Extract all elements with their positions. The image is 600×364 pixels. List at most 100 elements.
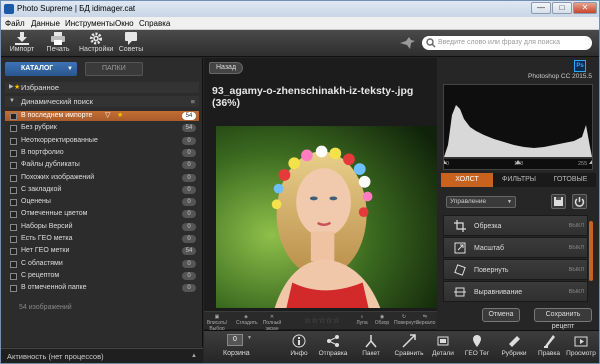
checkbox[interactable] (10, 137, 17, 145)
tool-scale[interactable]: Масштаб ВЫКЛ (443, 237, 588, 258)
list-item[interactable]: С областями 0 (5, 259, 199, 269)
tool-rotate[interactable]: Повернуть ВЫКЛ (443, 259, 588, 280)
list-item-count: 0 (182, 235, 196, 243)
tool-align-toggle[interactable]: ВЫКЛ (569, 282, 584, 303)
categories-button[interactable]: Рубрики (497, 334, 531, 357)
compare-icon (402, 334, 416, 348)
print-button[interactable]: Печать (45, 32, 71, 53)
list-item[interactable]: В последнем импорте ▽ ★ 54 (5, 111, 199, 122)
import-button[interactable]: Импорт (9, 32, 35, 53)
filter-icon[interactable]: ▽ (105, 111, 110, 121)
list-item-label: Нет ГЕО метки (21, 247, 70, 255)
list-item[interactable]: С рецептом 0 (5, 271, 199, 281)
tool-align[interactable]: Выравнивание ВЫКЛ (443, 281, 588, 302)
list-item[interactable]: Оценены 0 (5, 197, 199, 207)
close-button[interactable]: ✕ (573, 2, 597, 14)
menu-tools[interactable]: Инструменты (65, 19, 115, 28)
gear-icon (89, 32, 103, 45)
star-icon[interactable]: ★ (117, 111, 123, 121)
list-item[interactable]: С закладкой 0 (5, 185, 199, 195)
tool-rotate-toggle[interactable]: ВЫКЛ (569, 260, 584, 281)
tools-scrollbar[interactable] (589, 221, 593, 281)
list-item-label: Без рубрик (21, 124, 57, 132)
list-item[interactable]: В отмеченной папке 0 (5, 283, 199, 293)
rotate-button[interactable]: ↻ Повернуть (394, 314, 419, 326)
tips-label: Советы (118, 46, 144, 53)
tool-scale-toggle[interactable]: ВЫКЛ (569, 238, 584, 259)
batch-button[interactable]: Пакет (354, 334, 388, 357)
menu-window[interactable]: Окно (115, 19, 134, 28)
tips-icon (125, 32, 137, 45)
checkbox[interactable] (10, 211, 17, 219)
tab-presets[interactable]: ГОТОВЫЕ (545, 173, 596, 187)
section-dynamic-search[interactable]: ▼ Динамический поиск ≡ (5, 96, 199, 107)
save-recipe-button[interactable]: Сохранить рецепт (534, 308, 592, 330)
list-item[interactable]: Отмеченные цветом 0 (5, 209, 199, 219)
photoshop-icon[interactable]: Ps (574, 60, 586, 72)
mirror-button[interactable]: ⇋ Зеркало (416, 314, 435, 326)
checkbox[interactable] (10, 223, 17, 231)
list-item[interactable]: Без рубрик 54 (5, 123, 199, 133)
checkbox[interactable] (10, 248, 17, 256)
info-button[interactable]: Инфо (282, 334, 316, 357)
loupe-button[interactable]: ⌕ Лупа (354, 314, 370, 326)
checkbox[interactable] (10, 186, 17, 194)
menu-data[interactable]: Данные (31, 19, 60, 28)
list-item[interactable]: Нет ГЕО метки 54 (5, 246, 199, 256)
back-button[interactable]: Назад (209, 62, 243, 74)
list-item[interactable]: Наборы Версий 0 (5, 222, 199, 232)
settings-button[interactable]: Настройки (79, 32, 113, 53)
list-item-label: Оценены (21, 198, 51, 206)
basket-button[interactable]: 0 ▼ Корзина (209, 333, 265, 361)
list-item[interactable]: Похожих изображений 0 (5, 173, 199, 183)
checkbox[interactable] (10, 174, 17, 182)
menu-file[interactable]: Файл (5, 19, 25, 28)
checkbox[interactable] (10, 285, 17, 293)
rating-stars[interactable]: ☆☆☆☆☆ (304, 316, 340, 325)
power-button[interactable] (572, 194, 587, 209)
list-item[interactable]: В портфолио 0 (5, 148, 199, 158)
save-icon-button[interactable] (551, 194, 566, 209)
compare-button[interactable]: Сравнить (392, 334, 426, 357)
list-item[interactable]: Неоткорректированные 0 (5, 136, 199, 146)
status-collapse-icon[interactable]: ▲ (191, 349, 197, 364)
power-icon (574, 197, 585, 207)
tab-folders[interactable]: ПАПКИ (85, 62, 143, 76)
tab-filters[interactable]: ФИЛЬТРЫ (493, 173, 545, 187)
list-item[interactable]: Файлы дубликаты 0 (5, 160, 199, 170)
search-input[interactable]: Введите слово или фразу для поиска (422, 36, 592, 50)
tips-button[interactable]: Советы (117, 32, 145, 53)
section-favorites[interactable]: ▶ ★ Избранное (5, 82, 199, 93)
section-favorites-label: Избранное (21, 83, 60, 92)
checkbox[interactable] (10, 113, 17, 120)
checkbox[interactable] (10, 260, 17, 268)
minimize-button[interactable]: — (531, 2, 551, 14)
photo-preview[interactable] (216, 124, 437, 310)
tool-crop-toggle[interactable]: ВЫКЛ (569, 216, 584, 237)
tab-canvas[interactable]: ХОЛСТ (441, 173, 493, 187)
checkbox[interactable] (10, 162, 17, 170)
management-select[interactable]: Управление ▼ (446, 196, 516, 208)
geotag-button[interactable]: ГЕО Тег (460, 334, 494, 357)
view-button[interactable]: Просмотр (564, 334, 598, 357)
share-button[interactable]: Отправка (316, 334, 350, 357)
bird-icon[interactable] (399, 36, 415, 50)
list-item[interactable]: Есть ГЕО метка 0 (5, 234, 199, 244)
menu-icon[interactable]: ≡ (191, 96, 195, 107)
smooth-button[interactable]: ◈ Сгладить (236, 314, 258, 326)
checkbox[interactable] (10, 236, 17, 243)
checkbox[interactable] (10, 199, 17, 207)
checkbox[interactable] (10, 125, 17, 133)
tab-catalog[interactable]: КАТАЛОГ ▼ (5, 62, 77, 76)
list-item-count: 0 (182, 198, 196, 207)
chevron-down-icon[interactable]: ▼ (67, 62, 73, 76)
tool-crop[interactable]: Обрезка ВЫКЛ (443, 215, 588, 236)
checkbox[interactable] (10, 149, 17, 157)
overview-button[interactable]: ◉ Обзор (374, 314, 390, 326)
maximize-button[interactable]: □ (552, 2, 572, 14)
menu-help[interactable]: Справка (139, 19, 170, 28)
checkbox[interactable] (10, 272, 17, 280)
cancel-button[interactable]: Отмена (482, 308, 520, 322)
edit-button[interactable]: Правка (532, 334, 566, 357)
details-button[interactable]: Детали (426, 334, 460, 357)
